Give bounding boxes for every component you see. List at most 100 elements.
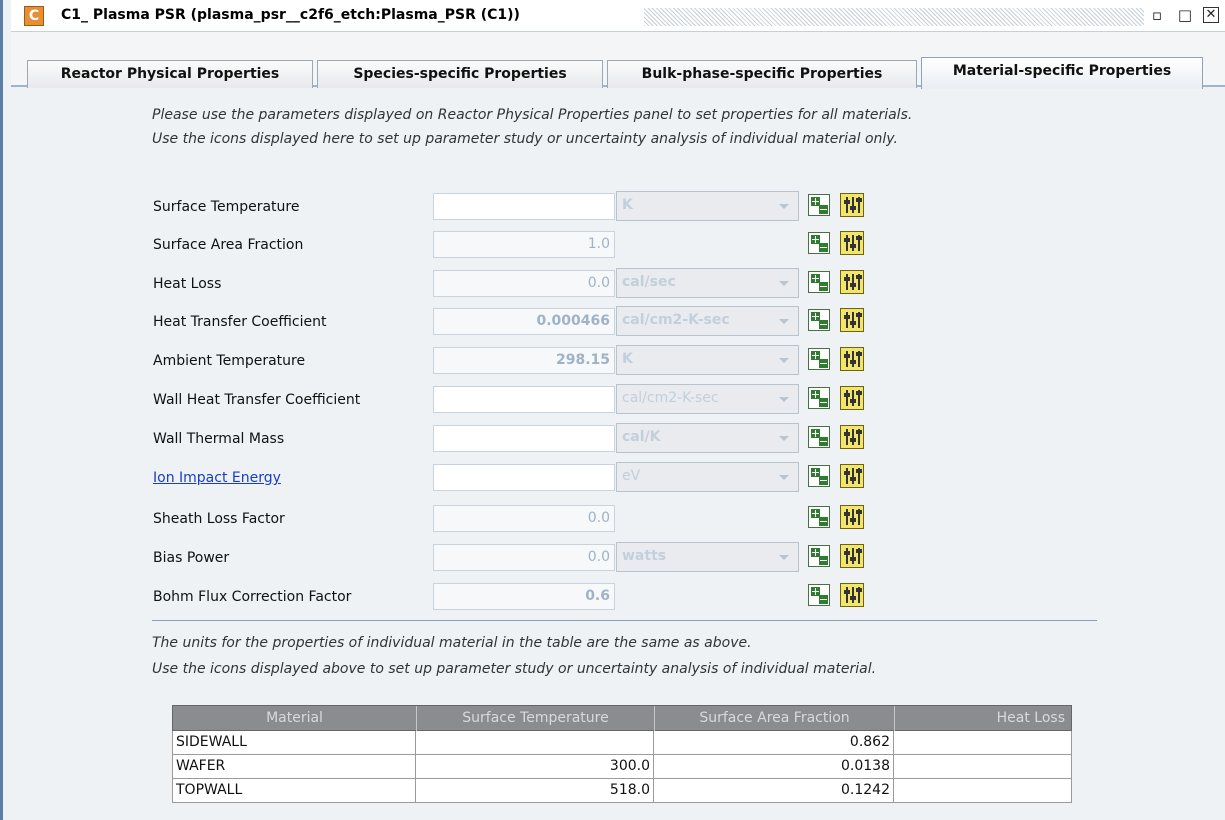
tab-bulk-phase-specific-properties[interactable]: Bulk-phase-specific Properties: [607, 60, 917, 88]
plus-minus-icon[interactable]: [808, 309, 830, 331]
unit-value: watts: [622, 548, 667, 564]
unit-select[interactable]: cal/sec: [616, 268, 799, 298]
property-value-input[interactable]: 0.0: [433, 505, 615, 532]
instruction-note-2: Use the icons displayed here to set up p…: [152, 131, 898, 147]
plus-minus-icon[interactable]: [808, 545, 830, 567]
sliders-icon[interactable]: [840, 231, 864, 255]
property-value-input[interactable]: 298.15: [433, 347, 615, 374]
window-title: C1_ Plasma PSR (plasma_psr__c2f6_etch:Pl…: [61, 7, 520, 23]
property-value-input[interactable]: 0.0: [433, 544, 615, 571]
chevron-down-icon: [770, 463, 798, 491]
heat-loss-cell[interactable]: [894, 755, 1072, 779]
unit-select[interactable]: watts: [616, 542, 799, 572]
material-cell[interactable]: SIDEWALL: [172, 731, 416, 755]
property-label: Sheath Loss Factor: [153, 511, 285, 527]
property-label: Bias Power: [153, 550, 230, 566]
sliders-icon[interactable]: [840, 386, 864, 410]
column-header-surface-area-fraction[interactable]: Surface Area Fraction: [655, 706, 895, 731]
plus-minus-icon[interactable]: [808, 426, 830, 448]
material-cell[interactable]: TOPWALL: [172, 779, 416, 803]
unit-select[interactable]: eV: [616, 462, 799, 492]
surface-temperature-cell[interactable]: 518.0: [416, 779, 654, 803]
ion-impact-energy-link[interactable]: Ion Impact Energy: [153, 470, 281, 486]
property-value-input[interactable]: [433, 193, 615, 220]
tab-reactor-physical-properties[interactable]: Reactor Physical Properties: [27, 60, 313, 88]
table-note-1: The units for the properties of individu…: [152, 635, 752, 651]
sliders-icon[interactable]: [840, 544, 864, 568]
property-value-input[interactable]: [433, 464, 615, 491]
minimize-icon[interactable]: ▫: [1147, 5, 1167, 25]
column-header-material[interactable]: Material: [173, 706, 417, 731]
property-label: Wall Heat Transfer Coefficient: [153, 392, 361, 408]
surface-area-fraction-cell[interactable]: 0.0138: [654, 755, 894, 779]
material-cell[interactable]: WAFER: [172, 755, 416, 779]
section-divider: [152, 620, 1097, 621]
sliders-icon[interactable]: [840, 505, 864, 529]
sliders-icon[interactable]: [840, 347, 864, 371]
property-label: Bohm Flux Correction Factor: [153, 589, 352, 605]
plus-minus-icon[interactable]: [808, 506, 830, 528]
unit-select[interactable]: K: [616, 191, 799, 221]
sliders-icon[interactable]: [840, 583, 864, 607]
property-value-input[interactable]: 1.0: [433, 231, 615, 258]
plus-minus-icon[interactable]: [808, 194, 830, 216]
table-row[interactable]: TOPWALL 518.0 0.1242: [172, 779, 1072, 803]
chevron-down-icon: [770, 543, 798, 571]
property-label: Surface Area Fraction: [153, 237, 304, 253]
close-icon[interactable]: ✕: [1203, 7, 1219, 23]
sliders-icon[interactable]: [840, 464, 864, 488]
tab-material-specific-properties[interactable]: Material-specific Properties: [921, 57, 1203, 89]
plus-minus-icon[interactable]: [808, 348, 830, 370]
unit-value: K: [622, 351, 633, 367]
unit-select[interactable]: cal/cm2-K-sec: [616, 384, 799, 414]
unit-value: cal/K: [622, 429, 661, 445]
property-label: Heat Transfer Coefficient: [153, 314, 327, 330]
plus-minus-icon[interactable]: [808, 232, 830, 254]
unit-value: K: [622, 197, 633, 213]
plus-minus-icon[interactable]: [808, 387, 830, 409]
plus-minus-icon[interactable]: [808, 584, 830, 606]
property-value-input[interactable]: 0.000466: [433, 308, 615, 335]
column-header-surface-temperature[interactable]: Surface Temperature: [417, 706, 655, 731]
title-bar[interactable]: C C1_ Plasma PSR (plasma_psr__c2f6_etch:…: [11, 0, 1225, 32]
unit-select[interactable]: cal/K: [616, 423, 799, 453]
property-value-input[interactable]: [433, 425, 615, 452]
column-header-heat-loss[interactable]: Heat Loss: [895, 706, 1071, 731]
plus-minus-icon[interactable]: [808, 465, 830, 487]
unit-value: cal/sec: [622, 274, 676, 290]
app-icon: C: [24, 6, 44, 26]
chevron-down-icon: [770, 307, 798, 335]
property-value-input[interactable]: [433, 386, 615, 413]
property-value-input[interactable]: 0.0: [433, 270, 615, 297]
table-row[interactable]: WAFER 300.0 0.0138: [172, 755, 1072, 779]
sliders-icon[interactable]: [840, 193, 864, 217]
surface-area-fraction-cell[interactable]: 0.862: [654, 731, 894, 755]
heat-loss-cell[interactable]: [894, 779, 1072, 803]
surface-area-fraction-cell[interactable]: 0.1242: [654, 779, 894, 803]
tab-bar: Reactor Physical Properties Species-spec…: [11, 32, 1225, 89]
tab-species-specific-properties[interactable]: Species-specific Properties: [317, 60, 603, 88]
surface-temperature-cell[interactable]: [416, 731, 654, 755]
unit-select[interactable]: cal/cm2-K-sec: [616, 306, 799, 336]
chevron-down-icon: [770, 424, 798, 452]
instruction-note-1: Please use the parameters displayed on R…: [152, 107, 913, 123]
property-label: Heat Loss: [153, 276, 222, 292]
maximize-icon[interactable]: □: [1175, 5, 1195, 25]
sliders-icon[interactable]: [840, 308, 864, 332]
property-value-input[interactable]: 0.6: [433, 583, 615, 610]
unit-value: eV: [622, 468, 641, 484]
sliders-icon[interactable]: [840, 425, 864, 449]
table-note-2: Use the icons displayed above to set up …: [152, 661, 877, 677]
title-bar-texture: [644, 8, 1144, 26]
table-row[interactable]: SIDEWALL 0.862: [172, 731, 1072, 755]
chevron-down-icon: [770, 269, 798, 297]
table-header: Material Surface Temperature Surface Are…: [172, 705, 1072, 731]
property-label: Ambient Temperature: [153, 353, 306, 369]
surface-temperature-cell[interactable]: 300.0: [416, 755, 654, 779]
plus-minus-icon[interactable]: [808, 271, 830, 293]
chevron-down-icon: [770, 385, 798, 413]
heat-loss-cell[interactable]: [894, 731, 1072, 755]
unit-select[interactable]: K: [616, 345, 799, 375]
chevron-down-icon: [770, 346, 798, 374]
sliders-icon[interactable]: [840, 270, 864, 294]
